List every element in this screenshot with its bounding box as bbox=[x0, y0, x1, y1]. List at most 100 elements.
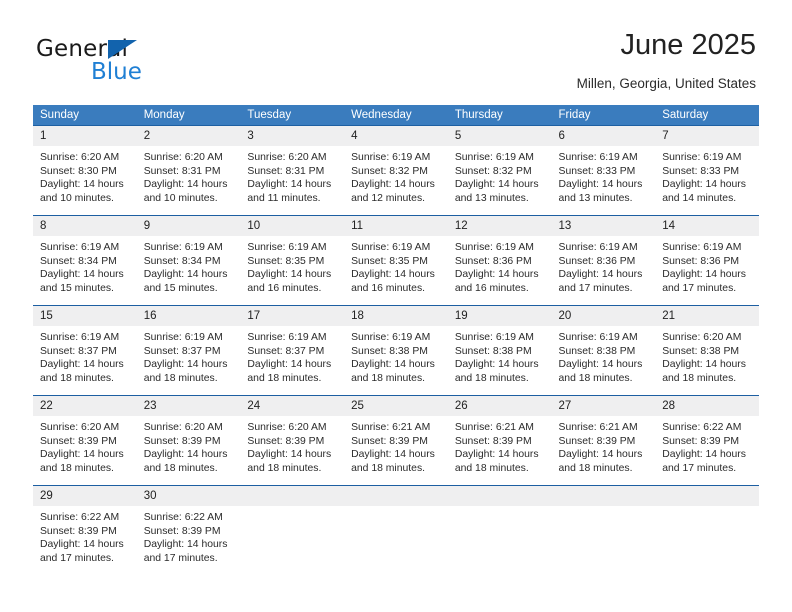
day-cell-inner: 30 Sunrise: 6:22 AM Sunset: 8:39 PM Dayligh… bbox=[136, 485, 241, 575]
day-number: 24 bbox=[240, 396, 345, 416]
sunrise-time: Sunrise: 6:19 AM bbox=[454, 242, 534, 253]
calendar-day-cell[interactable]: 1 Sunrise: 6:20 AM Sunset: 8:30 PM Daylight… bbox=[33, 125, 137, 215]
sunset-time: Sunset: 8:31 PM bbox=[143, 165, 221, 177]
day-sun-info bbox=[655, 506, 759, 511]
calendar-day-cell[interactable]: 25 Sunrise: 6:21 AM Sunset: 8:39 PM Dayligh… bbox=[344, 395, 448, 485]
calendar-day-cell[interactable]: 20 Sunrise: 6:19 AM Sunset: 8:38 PM Dayligh… bbox=[551, 305, 656, 395]
calendar-day-cell[interactable]: 8 Sunrise: 6:19 AM Sunset: 8:34 PM Daylight… bbox=[33, 215, 137, 305]
sunset-time: Sunset: 8:34 PM bbox=[143, 255, 221, 267]
calendar-day-cell[interactable]: 14 Sunrise: 6:19 AM Sunset: 8:36 PM Dayligh… bbox=[655, 215, 759, 305]
daylight-duration-line1: Daylight: 14 hours bbox=[247, 269, 332, 281]
calendar-day-cell[interactable] bbox=[240, 485, 345, 575]
calendar-day-cell[interactable]: 11 Sunrise: 6:19 AM Sunset: 8:35 PM Dayligh… bbox=[344, 215, 448, 305]
daylight-duration-line1: Daylight: 14 hours bbox=[247, 449, 332, 461]
calendar-day-cell[interactable]: 5 Sunrise: 6:19 AM Sunset: 8:32 PM Daylight… bbox=[447, 125, 552, 215]
day-cell-inner: 23 Sunrise: 6:20 AM Sunset: 8:39 PM Dayligh… bbox=[136, 395, 241, 485]
daylight-duration-line1: Daylight: 14 hours bbox=[662, 269, 746, 281]
daylight-duration-line2: and 16 minutes. bbox=[454, 282, 529, 294]
sunrise-time: Sunrise: 6:20 AM bbox=[143, 152, 223, 163]
calendar-day-cell[interactable]: 10 Sunrise: 6:19 AM Sunset: 8:35 PM Dayligh… bbox=[240, 215, 345, 305]
calendar-day-cell[interactable] bbox=[551, 485, 656, 575]
sunrise-time: Sunrise: 6:20 AM bbox=[247, 152, 327, 163]
day-cell-inner: 20 Sunrise: 6:19 AM Sunset: 8:38 PM Dayligh… bbox=[551, 305, 656, 395]
day-sun-info bbox=[240, 506, 344, 511]
day-cell-inner: 25 Sunrise: 6:21 AM Sunset: 8:39 PM Dayligh… bbox=[344, 395, 448, 485]
day-number: 29 bbox=[33, 486, 137, 506]
day-sun-info: Sunrise: 6:20 AM Sunset: 8:39 PM Daylight:… bbox=[137, 416, 241, 475]
calendar-day-cell[interactable]: 2 Sunrise: 6:20 AM Sunset: 8:31 PM Daylight… bbox=[136, 125, 241, 215]
day-cell-inner: 17 Sunrise: 6:19 AM Sunset: 8:37 PM Dayligh… bbox=[240, 305, 345, 395]
calendar-day-cell[interactable]: 16 Sunrise: 6:19 AM Sunset: 8:37 PM Dayligh… bbox=[136, 305, 241, 395]
calendar-day-cell[interactable]: 3 Sunrise: 6:20 AM Sunset: 8:31 PM Daylight… bbox=[240, 125, 345, 215]
weekday-header-thursday: Thursday bbox=[447, 105, 552, 125]
calendar-day-cell[interactable]: 28 Sunrise: 6:22 AM Sunset: 8:39 PM Dayligh… bbox=[655, 395, 759, 485]
daylight-duration-line1: Daylight: 14 hours bbox=[558, 449, 643, 461]
day-sun-info: Sunrise: 6:21 AM Sunset: 8:39 PM Daylight:… bbox=[552, 416, 656, 475]
daylight-duration-line2: and 15 minutes. bbox=[40, 282, 114, 294]
calendar-day-cell[interactable]: 13 Sunrise: 6:19 AM Sunset: 8:36 PM Dayligh… bbox=[551, 215, 656, 305]
calendar-day-cell[interactable]: 9 Sunrise: 6:19 AM Sunset: 8:34 PM Daylight… bbox=[136, 215, 241, 305]
sunrise-time: Sunrise: 6:20 AM bbox=[662, 332, 742, 343]
day-cell-inner: 10 Sunrise: 6:19 AM Sunset: 8:35 PM Dayligh… bbox=[240, 215, 345, 305]
daylight-duration-line1: Daylight: 14 hours bbox=[40, 539, 124, 551]
calendar-day-cell[interactable]: 17 Sunrise: 6:19 AM Sunset: 8:37 PM Dayligh… bbox=[240, 305, 345, 395]
calendar-day-cell[interactable] bbox=[344, 485, 448, 575]
calendar-day-cell[interactable]: 29 Sunrise: 6:22 AM Sunset: 8:39 PM Dayligh… bbox=[33, 485, 137, 575]
day-cell-inner: 5 Sunrise: 6:19 AM Sunset: 8:32 PM Daylight… bbox=[447, 125, 552, 215]
calendar-day-cell[interactable]: 21 Sunrise: 6:20 AM Sunset: 8:38 PM Dayligh… bbox=[655, 305, 759, 395]
daylight-duration-line1: Daylight: 14 hours bbox=[40, 449, 124, 461]
day-cell-inner: 14 Sunrise: 6:19 AM Sunset: 8:36 PM Dayligh… bbox=[655, 215, 759, 305]
sunrise-time: Sunrise: 6:19 AM bbox=[351, 242, 431, 253]
daylight-duration-line2: and 17 minutes. bbox=[662, 462, 737, 474]
calendar-day-cell[interactable]: 30 Sunrise: 6:22 AM Sunset: 8:39 PM Dayligh… bbox=[136, 485, 241, 575]
day-cell-inner: 8 Sunrise: 6:19 AM Sunset: 8:34 PM Daylight… bbox=[33, 215, 137, 305]
daylight-duration-line2: and 18 minutes. bbox=[558, 462, 633, 474]
calendar-day-cell[interactable]: 27 Sunrise: 6:21 AM Sunset: 8:39 PM Dayligh… bbox=[551, 395, 656, 485]
sunset-time: Sunset: 8:36 PM bbox=[662, 255, 740, 267]
calendar-day-cell[interactable] bbox=[447, 485, 552, 575]
calendar-day-cell[interactable]: 24 Sunrise: 6:20 AM Sunset: 8:39 PM Dayligh… bbox=[240, 395, 345, 485]
sunset-time: Sunset: 8:36 PM bbox=[558, 255, 636, 267]
logo-text-blue: Blue bbox=[91, 59, 142, 85]
calendar-day-cell[interactable]: 18 Sunrise: 6:19 AM Sunset: 8:38 PM Dayligh… bbox=[344, 305, 448, 395]
sunrise-time: Sunrise: 6:19 AM bbox=[247, 332, 327, 343]
day-number: 23 bbox=[136, 396, 241, 416]
daylight-duration-line2: and 18 minutes. bbox=[454, 372, 529, 384]
daylight-duration-line2: and 17 minutes. bbox=[143, 552, 218, 564]
day-cell-inner: 16 Sunrise: 6:19 AM Sunset: 8:37 PM Dayligh… bbox=[136, 305, 241, 395]
calendar-day-cell[interactable]: 12 Sunrise: 6:19 AM Sunset: 8:36 PM Dayligh… bbox=[447, 215, 552, 305]
daylight-duration-line2: and 18 minutes. bbox=[247, 372, 322, 384]
sunset-time: Sunset: 8:39 PM bbox=[40, 525, 117, 537]
day-sun-info: Sunrise: 6:22 AM Sunset: 8:39 PM Daylight:… bbox=[33, 506, 137, 565]
sunset-time: Sunset: 8:32 PM bbox=[351, 165, 428, 177]
sunrise-time: Sunrise: 6:22 AM bbox=[143, 512, 223, 523]
day-number: 21 bbox=[655, 306, 759, 326]
calendar-day-cell[interactable]: 4 Sunrise: 6:19 AM Sunset: 8:32 PM Daylight… bbox=[344, 125, 448, 215]
calendar-day-cell[interactable]: 23 Sunrise: 6:20 AM Sunset: 8:39 PM Dayligh… bbox=[136, 395, 241, 485]
calendar-day-cell[interactable]: 26 Sunrise: 6:21 AM Sunset: 8:39 PM Dayligh… bbox=[447, 395, 552, 485]
daylight-duration-line2: and 17 minutes. bbox=[40, 552, 114, 564]
calendar-day-cell[interactable]: 19 Sunrise: 6:19 AM Sunset: 8:38 PM Dayligh… bbox=[447, 305, 552, 395]
calendar-day-cell[interactable]: 7 Sunrise: 6:19 AM Sunset: 8:33 PM Daylight… bbox=[655, 125, 759, 215]
day-number: 6 bbox=[551, 126, 656, 146]
calendar-day-cell[interactable]: 22 Sunrise: 6:20 AM Sunset: 8:39 PM Dayligh… bbox=[33, 395, 137, 485]
sunset-time: Sunset: 8:38 PM bbox=[351, 345, 428, 357]
daylight-duration-line2: and 15 minutes. bbox=[143, 282, 218, 294]
day-cell-inner: 3 Sunrise: 6:20 AM Sunset: 8:31 PM Daylight… bbox=[240, 125, 345, 215]
sunset-time: Sunset: 8:39 PM bbox=[558, 435, 636, 447]
day-sun-info bbox=[552, 506, 656, 511]
calendar-day-cell[interactable]: 15 Sunrise: 6:19 AM Sunset: 8:37 PM Dayligh… bbox=[33, 305, 137, 395]
sunset-time: Sunset: 8:30 PM bbox=[40, 165, 117, 177]
sunrise-time: Sunrise: 6:19 AM bbox=[247, 242, 327, 253]
calendar-day-cell[interactable] bbox=[655, 485, 759, 575]
weekday-header-monday: Monday bbox=[136, 105, 241, 125]
daylight-duration-line2: and 18 minutes. bbox=[454, 462, 529, 474]
general-blue-logo[interactable]: General Blue bbox=[36, 36, 236, 92]
daylight-duration-line2: and 11 minutes. bbox=[247, 192, 321, 204]
day-sun-info: Sunrise: 6:19 AM Sunset: 8:36 PM Daylight:… bbox=[655, 236, 759, 295]
day-number: 8 bbox=[33, 216, 137, 236]
day-number: 10 bbox=[240, 216, 345, 236]
day-sun-info bbox=[448, 506, 552, 511]
calendar-day-cell[interactable]: 6 Sunrise: 6:19 AM Sunset: 8:33 PM Daylight… bbox=[551, 125, 656, 215]
sunrise-time: Sunrise: 6:19 AM bbox=[662, 152, 742, 163]
